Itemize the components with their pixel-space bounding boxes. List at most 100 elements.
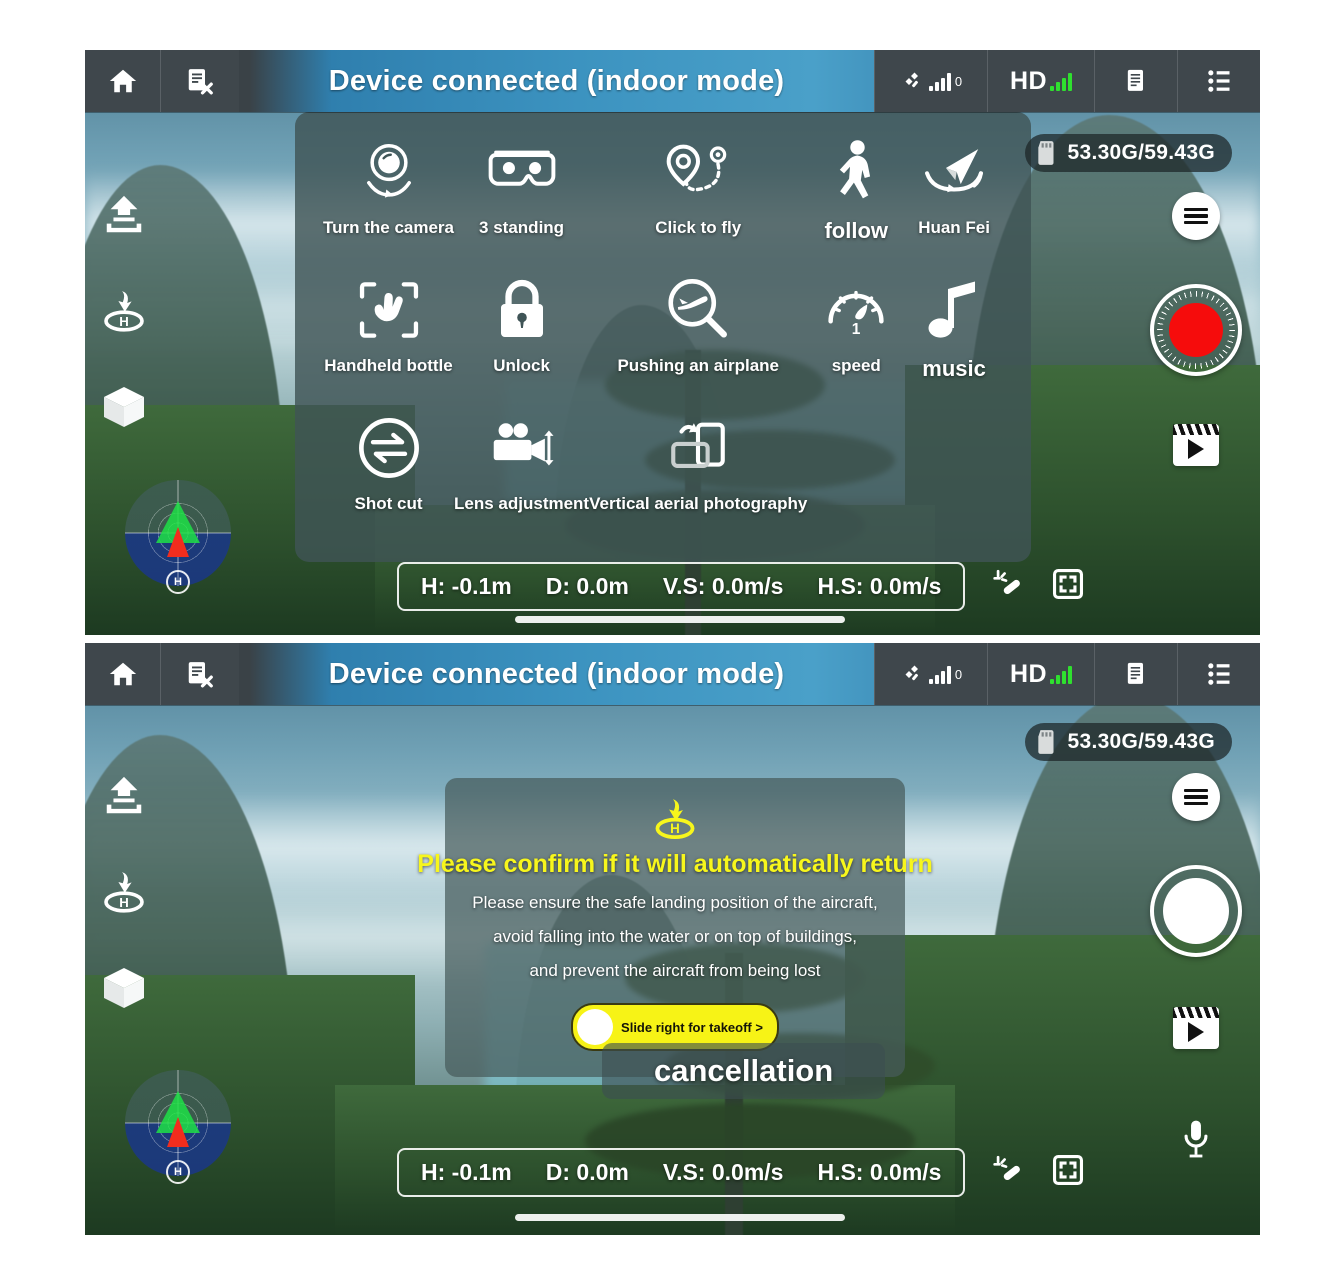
menu-item-label: Lens adjustment [454,494,590,513]
cancel-button[interactable]: cancellation [602,1043,886,1099]
menu-item-shot-cut[interactable]: Shot cut [323,412,454,542]
storage-text: 53.30G/59.43G [1067,141,1215,164]
return-to-home-icon: H [655,799,695,840]
storage-text: 53.30G/59.43G [1067,730,1215,753]
hd-status[interactable]: HD [987,643,1094,705]
status-bar: Device connected (indoor mode) 0 HD [85,50,1260,112]
disconnect-log-button[interactable] [160,50,239,112]
gallery-button[interactable] [1173,424,1219,466]
microphone-icon [1184,1120,1208,1158]
clapperboard-stripe [1173,424,1219,435]
menu-item-label: follow [824,218,889,243]
sd-card-icon [1038,141,1054,165]
takeoff-button[interactable] [99,771,149,821]
beautify-button[interactable] [991,1153,1025,1192]
signal-bars-icon [1050,664,1073,684]
hd-status[interactable]: HD [987,50,1094,112]
menu-item-label: 3 standing [479,218,565,237]
home-icon [109,662,136,686]
hamburger-icon [1184,785,1208,809]
menu-item-handheld-bottle[interactable]: Handheld bottle [323,274,454,404]
three-d-view-button[interactable] [99,382,149,432]
list-menu-button[interactable] [1177,50,1260,112]
dialog-title: Please confirm if it will automatically … [417,850,933,878]
follow-person-icon [829,136,883,208]
menu-item-speed[interactable]: 1 speed [807,274,905,404]
beautify-button[interactable] [991,567,1025,606]
menu-item-pushing-an-airplane[interactable]: Pushing an airplane [589,274,807,404]
menu-item-click-to-fly[interactable]: Click to fly [589,136,807,266]
list-menu-button[interactable] [1177,643,1260,705]
menu-item-label: speed [831,356,881,375]
record-button[interactable] [1150,284,1242,376]
hd-label: HD [1009,66,1048,95]
svg-text:1: 1 [852,321,861,338]
menu-item-music[interactable]: music [905,274,1003,404]
sd-card-icon [1038,730,1054,754]
return-to-home-icon: H [104,291,144,332]
fullscreen-button[interactable] [1051,1153,1085,1192]
return-confirm-dialog: H Please confirm if it will automaticall… [417,778,933,1077]
radar-compass[interactable]: H [113,468,243,598]
return-home-button[interactable]: H [99,867,149,917]
drone-app-screen-top: Device connected (indoor mode) 0 HD 53.3… [85,50,1260,635]
battery-document-icon [1127,662,1143,684]
satellite-status[interactable]: 0 [874,643,987,705]
slider-knob[interactable] [577,1009,613,1045]
return-to-home-icon: H [104,872,144,913]
svg-text:H: H [119,314,129,329]
slider-label: Slide right for takeoff > [621,1019,763,1035]
film-play-icon [1188,1022,1204,1042]
fullscreen-button[interactable] [1051,567,1085,606]
telemetry-readouts: H: -0.1m D: 0.0m V.S: 0.0m/s H.S: 0.0m/s [397,1148,966,1197]
satellite-icon [905,72,918,88]
satellite-status[interactable]: 0 [874,50,987,112]
hd-label: HD [1009,659,1048,688]
menu-item-unlock[interactable]: Unlock [454,274,589,404]
function-menu-panel: Turn the camera 3 standing Click to fly … [295,112,1031,562]
home-indicator [515,1214,845,1221]
satellite-count: 0 [954,73,963,89]
radar-heading-arrow [167,1116,189,1147]
radar-home-badge: H [166,570,190,594]
three-d-view-button[interactable] [99,963,149,1013]
microphone-button[interactable] [1179,1117,1213,1166]
storage-badge: 53.30G/59.43G [1025,723,1232,761]
menu-item-follow[interactable]: follow [807,136,905,266]
disconnect-log-button[interactable] [160,643,239,705]
menu-item-turn-camera[interactable]: Turn the camera [323,136,454,266]
menu-item-label: Vertical aerial photography [589,494,808,513]
shutter-button[interactable] [1150,865,1242,957]
telemetry-vertical-speed: V.S: 0.0m/s [662,573,784,599]
menu-button[interactable] [1172,773,1220,821]
gesture-palm-icon [356,274,422,346]
gallery-button[interactable] [1173,1007,1219,1049]
menu-item-vertical-aerial-photography[interactable]: Vertical aerial photography [589,412,807,542]
radar-home-badge: H [166,1160,190,1184]
battery-status[interactable] [1094,50,1177,112]
svg-text:H: H [670,821,680,836]
magic-wand-icon [993,569,1021,595]
left-toolbar: H [99,190,149,432]
menu-item-lens-adjustment[interactable]: Lens adjustment [454,412,589,542]
telemetry-bar: H: -0.1m D: 0.0m V.S: 0.0m/s H.S: 0.0m/s [397,1148,1085,1197]
takeoff-arrow-icon [106,776,142,814]
menu-button[interactable] [1172,192,1220,240]
menu-item-label: Turn the camera [323,218,455,237]
orbit-paperplane-icon [919,136,989,208]
status-bar: Device connected (indoor mode) 0 HD [85,643,1260,705]
home-button[interactable] [85,50,160,112]
menu-item-3-standing[interactable]: 3 standing [454,136,589,266]
menu-item-huan-fei[interactable]: Huan Fei [905,136,1003,266]
radar-compass[interactable]: H [113,1058,243,1188]
return-home-button[interactable]: H [99,286,149,336]
dialog-line-2: avoid falling into the water or on top o… [493,927,857,946]
takeoff-button[interactable] [99,190,149,240]
document-disconnect-icon [188,662,213,688]
takeoff-arrow-icon [106,195,142,233]
clapperboard-stripe [1173,1007,1219,1018]
home-button[interactable] [85,643,160,705]
menu-item-label: Unlock [493,356,550,375]
page-title: Device connected (indoor mode) [328,657,785,690]
battery-status[interactable] [1094,643,1177,705]
